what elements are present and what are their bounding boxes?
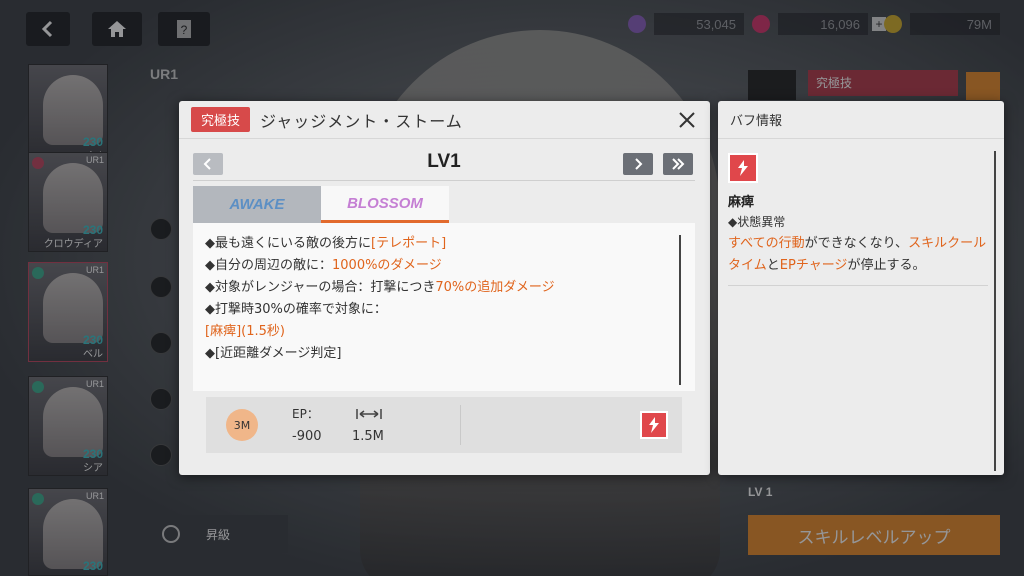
tab-awake[interactable]: AWAKE [193, 186, 321, 223]
desc-line: ◆打撃時30%の確率で対象に： [205, 302, 387, 317]
level-selector: LV1 [193, 149, 695, 181]
desc-line: ◆自分の周辺の敵に：1000%のダメージ [205, 258, 442, 273]
lightning-icon [649, 417, 659, 433]
form-tabs: AWAKE BLOSSOM [193, 186, 449, 223]
close-button[interactable] [676, 109, 698, 131]
next-level-button[interactable] [623, 153, 653, 175]
dialog-header: 究極技 ジャッジメント・ストーム [179, 101, 710, 139]
ep-label: EP： [292, 407, 319, 421]
divider [728, 285, 988, 286]
tab-blossom[interactable]: BLOSSOM [321, 186, 449, 223]
skill-description: ◆最も遠くにいる敵の後方に[テレポート] ◆自分の周辺の敵に：1000%のダメー… [193, 223, 695, 391]
buff-panel-title: バフ情報 [718, 101, 1004, 139]
scrollbar[interactable] [679, 235, 681, 385]
buff-info-panel: バフ情報 麻痺 ◆状態異常 すべての行動ができなくなり、スキルクールタイムとEP… [718, 101, 1004, 475]
scrollbar[interactable] [994, 151, 996, 471]
range-value: 1.5M [352, 429, 384, 444]
buff-type: ◆状態異常 [728, 215, 786, 229]
skill-detail-dialog: 究極技 ジャッジメント・ストーム LV1 AWAKE BLOSSOM ◆最も遠く… [179, 101, 710, 475]
lightning-icon [738, 160, 748, 176]
double-chevron-right-icon [672, 158, 685, 170]
desc-line: ◆最も遠くにいる敵の後方に[テレポート] [205, 236, 447, 251]
desc-line: ◆[近距離ダメージ判定] [205, 346, 342, 361]
ultimate-badge: 究極技 [191, 107, 251, 132]
close-icon [679, 112, 695, 128]
desc-line: [麻痺](1.5秒) [205, 324, 285, 339]
level-label: LV1 [427, 151, 461, 172]
paralysis-buff-button[interactable] [640, 411, 668, 439]
max-level-button[interactable] [663, 153, 693, 175]
cooldown-badge: 3M [226, 409, 258, 441]
skill-title: ジャッジメント・ストーム [260, 111, 463, 131]
buff-name: 麻痺 [728, 195, 755, 210]
skill-stats-bar: 3M EP： -900 1.5M [206, 397, 682, 453]
divider [460, 405, 461, 445]
desc-line: ◆対象がレンジャーの場合：打撃につき70%の追加ダメージ [205, 280, 555, 295]
ep-value: -900 [292, 429, 322, 444]
paralysis-icon [728, 153, 758, 183]
buff-description: すべての行動ができなくなり、スキルクールタイムとEPチャージが停止する。 [728, 236, 987, 273]
range-icon [356, 405, 382, 424]
chevron-right-icon [635, 158, 643, 170]
